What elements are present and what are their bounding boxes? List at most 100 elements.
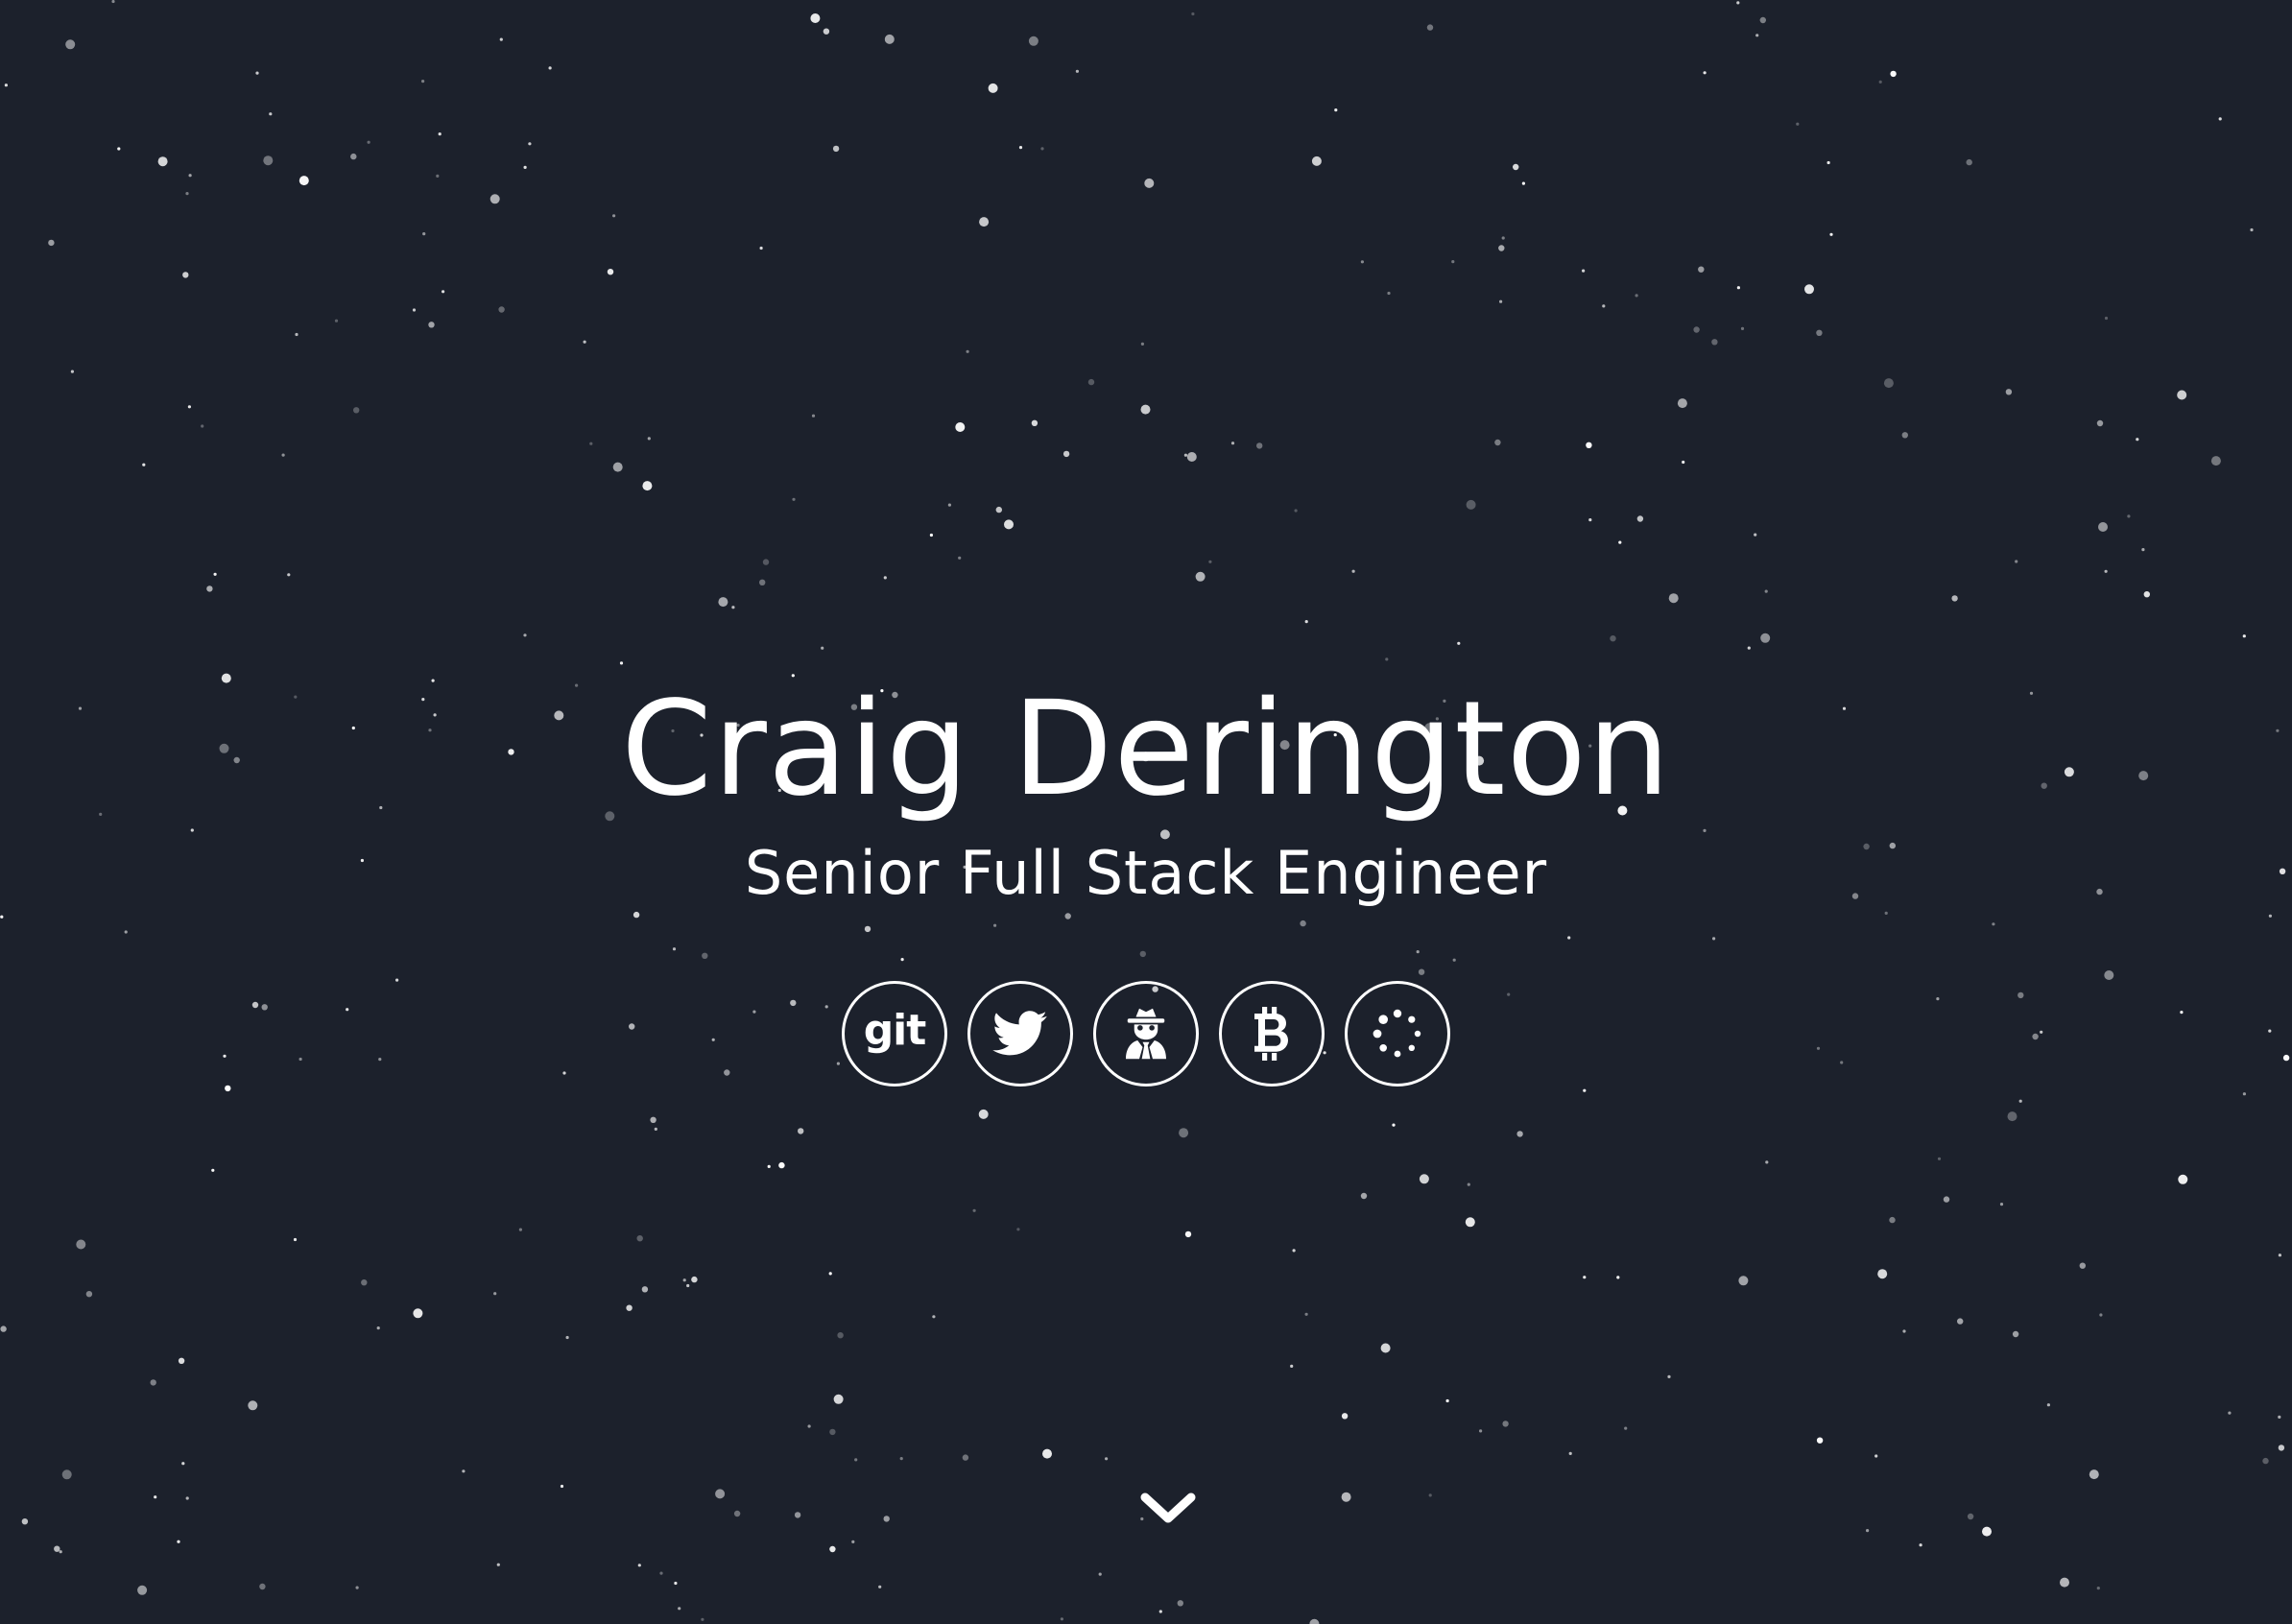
star [807, 1424, 811, 1428]
star [2278, 1415, 2281, 1419]
star [70, 370, 74, 373]
star [1191, 12, 1195, 16]
star [2012, 1330, 2019, 1338]
star [1466, 499, 1476, 510]
star [1031, 419, 1039, 426]
star [2177, 390, 2187, 400]
star [864, 925, 871, 933]
star [182, 272, 189, 278]
star [821, 646, 824, 650]
star [1341, 1413, 1349, 1420]
star [1755, 34, 1759, 37]
star [1635, 294, 1638, 298]
star [1467, 1182, 1470, 1186]
star [962, 1454, 969, 1461]
star [2141, 548, 2145, 552]
star [422, 232, 426, 236]
star [607, 269, 614, 275]
star [589, 442, 593, 445]
star [187, 405, 191, 409]
star [489, 194, 500, 204]
star [1874, 1454, 1878, 1458]
star [2127, 514, 2131, 518]
star [1195, 571, 1206, 582]
star [413, 1308, 423, 1319]
star [1501, 236, 1505, 240]
git-link[interactable]: git [842, 981, 947, 1087]
star [1300, 919, 1306, 927]
hero-section: Craig Derington Senior Full Stack Engine… [0, 672, 2292, 910]
star [1816, 1437, 1824, 1444]
star [1452, 958, 1456, 962]
star [1256, 442, 1263, 449]
twitter-icon [992, 1011, 1047, 1056]
star [1292, 1249, 1296, 1253]
star [2005, 389, 2013, 395]
spinner-link[interactable] [1345, 981, 1450, 1087]
star [810, 13, 821, 23]
star [61, 1469, 72, 1480]
star [188, 174, 192, 178]
star [1919, 1543, 1922, 1547]
star [442, 290, 445, 294]
star [947, 503, 952, 507]
star [633, 911, 640, 919]
star [1943, 1196, 1950, 1203]
star [854, 1458, 858, 1462]
star [2262, 1457, 2269, 1465]
star [2007, 1111, 2017, 1122]
hero-job-title: Senior Full Stack Engineer [744, 838, 1548, 909]
chevron-down-icon[interactable] [1139, 1490, 1197, 1528]
hacker-link[interactable] [1093, 981, 1199, 1087]
twitter-link[interactable] [967, 981, 1073, 1087]
star [2278, 1254, 2281, 1257]
star [1334, 108, 1338, 112]
star [1765, 1160, 1769, 1164]
star [499, 37, 503, 41]
star [1568, 1451, 1572, 1455]
star [1418, 968, 1425, 975]
landing-page: Craig Derington Senior Full Stack Engine… [0, 0, 2292, 1624]
star [1712, 937, 1716, 941]
star [1711, 339, 1718, 346]
star [1877, 1269, 1888, 1279]
star [794, 1512, 801, 1518]
star [1140, 342, 1144, 346]
star [829, 1428, 836, 1436]
star [778, 1161, 785, 1169]
star [1428, 1493, 1432, 1497]
bitcoin-link[interactable] [1219, 981, 1325, 1087]
star [263, 155, 274, 166]
star [2218, 117, 2222, 121]
star [1451, 260, 1455, 264]
star [833, 1394, 844, 1404]
star [2210, 456, 2221, 466]
star [1098, 1572, 1102, 1576]
star [993, 923, 997, 927]
star [2046, 1403, 2050, 1407]
star [798, 1128, 804, 1134]
star [1937, 1157, 1942, 1160]
star [498, 306, 505, 313]
star [1966, 158, 1972, 166]
star [2268, 914, 2272, 918]
star [832, 145, 840, 153]
star [462, 1469, 466, 1473]
star [2242, 1092, 2246, 1096]
star [2178, 1174, 2188, 1184]
star [1290, 1364, 1294, 1368]
star [1999, 1203, 2004, 1206]
star [762, 559, 770, 565]
star [178, 1357, 185, 1365]
star [1360, 260, 1364, 264]
star [528, 142, 532, 146]
star [1498, 245, 1505, 251]
star [1693, 326, 1700, 333]
star [1075, 69, 1079, 73]
star [1341, 1492, 1351, 1502]
star [1062, 450, 1070, 458]
star [837, 1332, 844, 1339]
star [995, 506, 1003, 513]
star [2278, 1445, 2285, 1451]
star [1759, 16, 1767, 24]
